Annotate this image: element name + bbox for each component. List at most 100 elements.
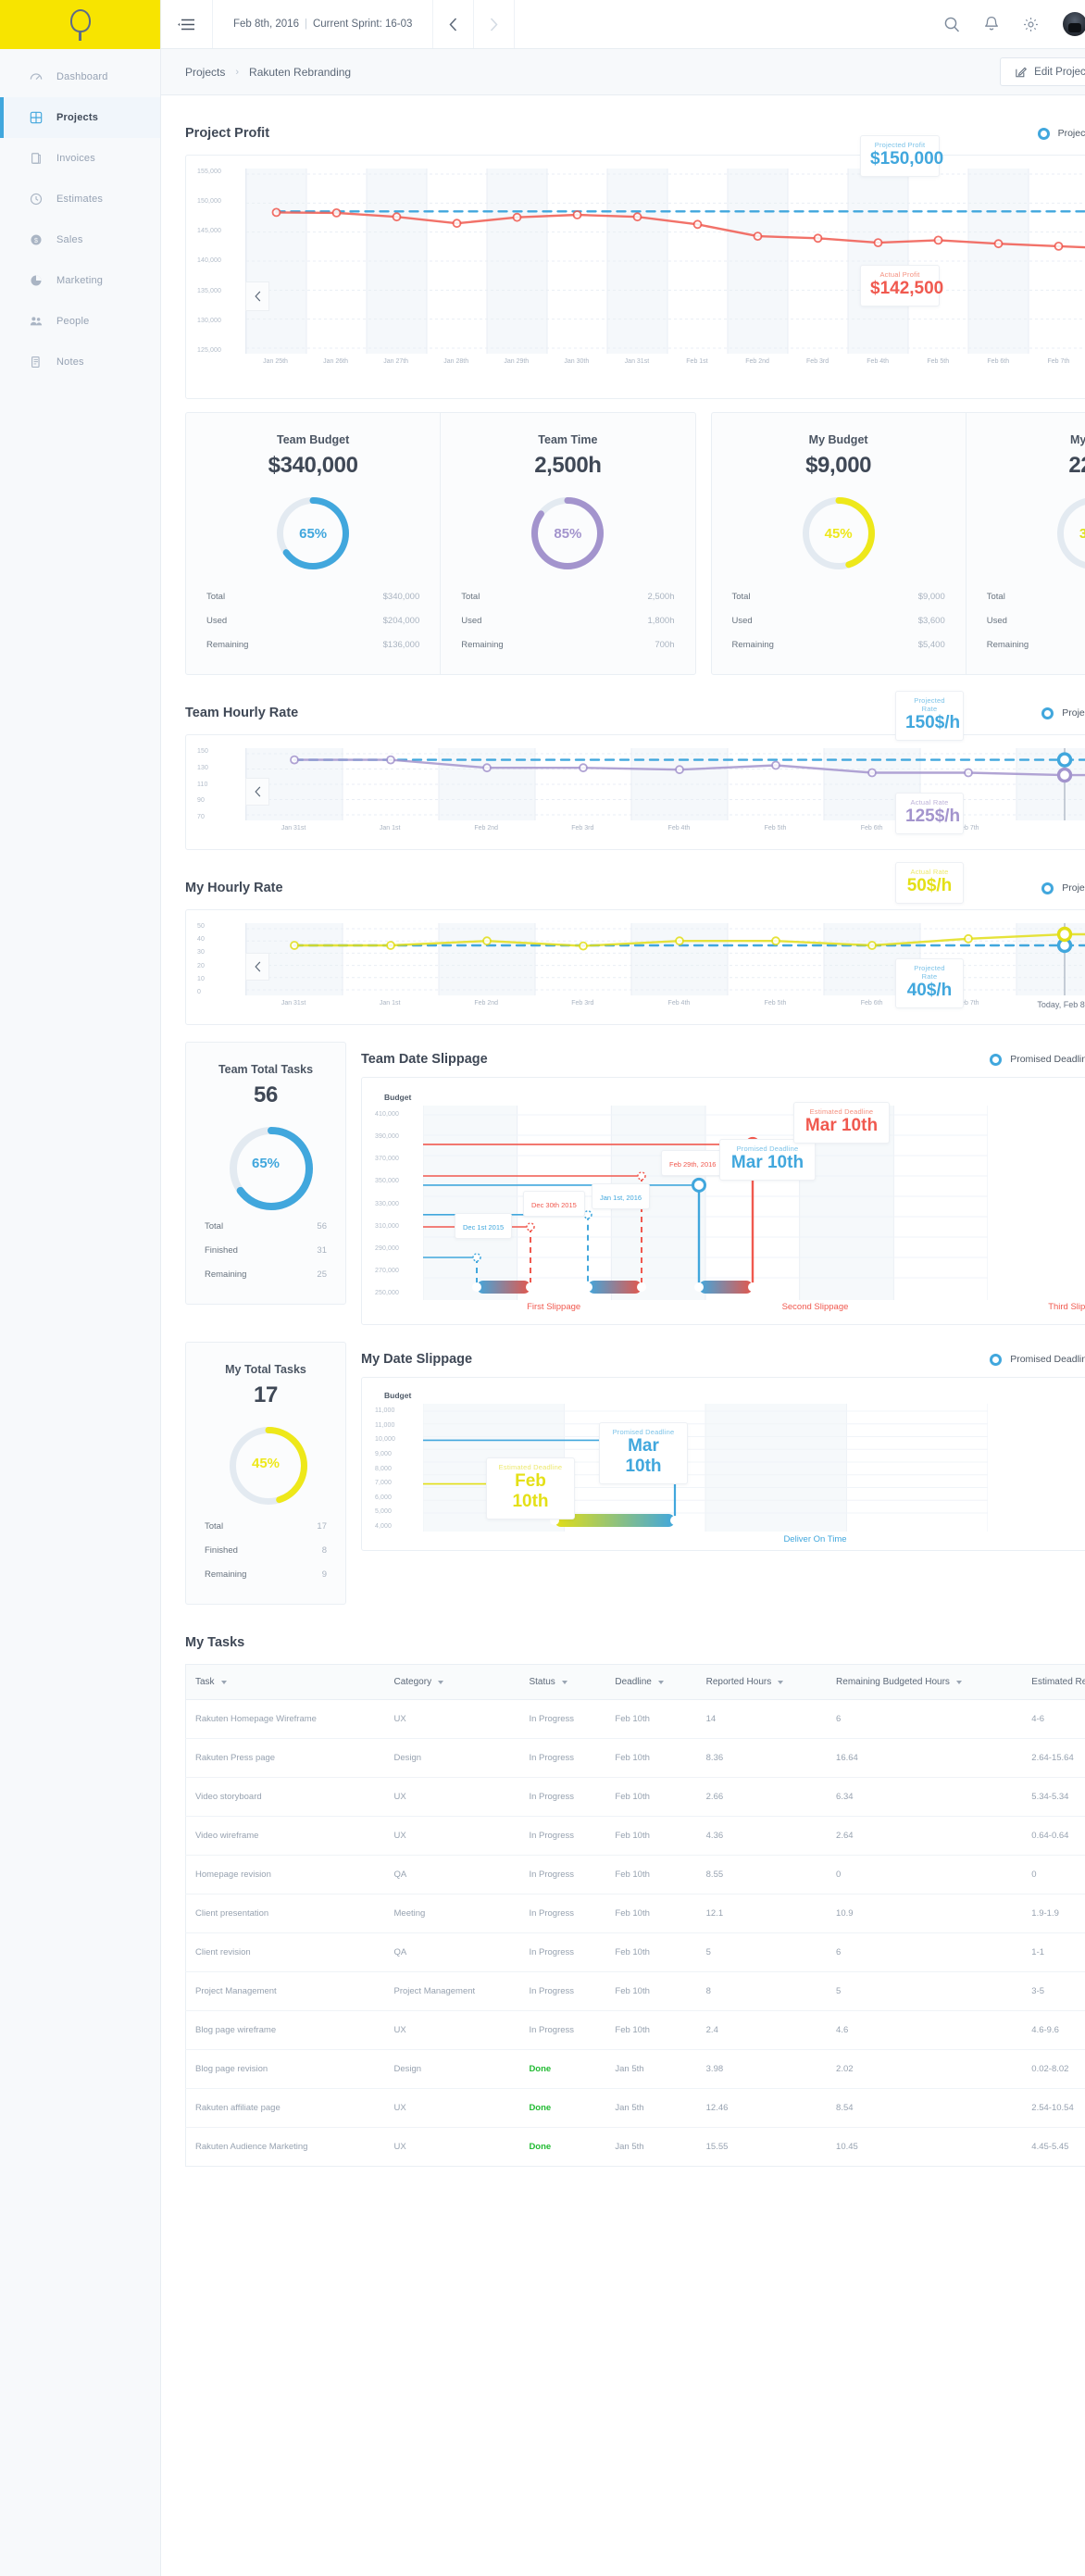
- table-cell: Feb 10th: [605, 1855, 697, 1894]
- table-cell: 0.02-8.02: [1022, 2049, 1085, 2089]
- tooltip-value: $142,500: [870, 279, 944, 298]
- next-sprint-button[interactable]: [474, 0, 516, 48]
- chart-scroll-left-button[interactable]: [245, 953, 269, 981]
- sidebar-item-invoices[interactable]: Invoices: [0, 138, 160, 179]
- sidebar-item-estimates[interactable]: Estimates: [0, 179, 160, 219]
- legend-promised-deadline[interactable]: Promised Deadline: [990, 1353, 1085, 1366]
- column-header-deadline[interactable]: Deadline: [605, 1664, 697, 1700]
- tooltip-promised-deadline: Promised Deadline Mar 10th: [719, 1139, 816, 1181]
- table-row[interactable]: Rakuten Audience Marketing UX Done Jan 5th 1…: [186, 2128, 1085, 2167]
- tooltip-label: Actual Profit: [879, 270, 920, 279]
- edit-project-button[interactable]: Edit Project: [1000, 57, 1085, 86]
- y-tick-label: 370,000: [375, 1156, 400, 1163]
- donut-chart: 35%: [1056, 497, 1085, 569]
- column-header-status[interactable]: Status: [519, 1664, 606, 1700]
- x-tick-label: Today, Feb 8th: [1037, 1000, 1085, 1009]
- search-icon[interactable]: [944, 17, 960, 32]
- y-tick-label: 0: [197, 988, 201, 995]
- table-cell: QA: [384, 1855, 520, 1894]
- table-row[interactable]: Blog page revision Design Done Jan 5th 3.98 2…: [185, 2049, 1085, 2089]
- prev-sprint-button[interactable]: [433, 0, 475, 48]
- table-row[interactable]: Rakuten Homepage Wireframe UX In Progress F…: [185, 1699, 1085, 1739]
- table-row[interactable]: Video storyboard UX In Progress Feb 10th 2.6…: [185, 1777, 1085, 1817]
- x-tick-label: Jan 1st: [379, 1000, 401, 1007]
- column-header-reported-hours[interactable]: Reported Hours: [696, 1664, 828, 1700]
- axis-title: Budget: [384, 1093, 412, 1102]
- table-cell: 0: [1022, 1855, 1085, 1894]
- x-tick-label: Jan 26th: [323, 358, 349, 365]
- tooltip-team-actual-rate: Actual Rate 125$/h: [895, 793, 964, 834]
- table-cell: In Progress: [519, 1777, 606, 1817]
- x-tick-label: Jan 1st: [379, 825, 401, 832]
- sidebar-item-people[interactable]: People: [0, 301, 160, 342]
- stat-row: Remaining175h: [987, 640, 1085, 650]
- stat-big-value: $340,000: [268, 453, 358, 478]
- table-cell: 15.55: [705, 2142, 729, 2152]
- y-tick-label: 135,000: [197, 287, 222, 294]
- table-cell: Rakuten Audience Marketing: [195, 2142, 308, 2152]
- stat-value: 17: [317, 1521, 327, 1532]
- column-header-remaining-budgeted-hours[interactable]: Remaining Budgeted Hours: [827, 1664, 1023, 1700]
- stat-value: $204,000: [382, 616, 420, 626]
- stat-big-value: $9,000: [805, 453, 872, 478]
- table-cell: 2.54-10.54: [1022, 2088, 1085, 2128]
- table-row[interactable]: Client revision QA In Progress Feb 10th 5 6 1-…: [185, 1932, 1085, 1972]
- user-menu[interactable]: John Doe, UX Designer: [1063, 12, 1085, 36]
- ring-icon: [1041, 882, 1054, 894]
- tooltip-label: Actual Rate: [910, 798, 949, 807]
- stat-key: Finished: [205, 1545, 238, 1556]
- tooltip-label: Estimated Deadline: [498, 1463, 563, 1471]
- stat-big-value: 225h: [1068, 453, 1085, 478]
- legend-promised-deadline[interactable]: Promised Deadline: [990, 1053, 1085, 1066]
- project-profit-legend: Projected Profit Actual Profit: [1037, 127, 1085, 140]
- sort-caret-icon: [778, 1680, 784, 1684]
- column-header-category[interactable]: Category: [384, 1664, 520, 1700]
- x-tick-label: Feb 3rd: [806, 358, 829, 365]
- table-row[interactable]: Homepage revision QA In Progress Feb 10th 8.…: [185, 1855, 1085, 1894]
- my-rate-legend: Projected Rate Actual Rate: [1041, 882, 1085, 894]
- chart-scroll-left-button[interactable]: [245, 778, 269, 806]
- table-row[interactable]: Project Management Project Management In P…: [185, 1971, 1085, 2011]
- sidebar-item-sales[interactable]: $ Sales: [0, 219, 160, 260]
- content: Project Profit Projected Profit Actual P…: [161, 95, 1085, 2195]
- chip-label: Feb 29th, 2016: [669, 1160, 717, 1169]
- legend-projected-profit[interactable]: Projected Profit: [1037, 127, 1085, 140]
- table-row[interactable]: Blog page wireframe UX In Progress Feb 10th…: [185, 2010, 1085, 2050]
- tooltip-value: 40$/h: [906, 981, 953, 1000]
- bell-icon[interactable]: [984, 16, 999, 32]
- menu-toggle-button[interactable]: [161, 0, 213, 48]
- gear-icon[interactable]: [1023, 17, 1039, 32]
- donut-chart: 45%: [802, 497, 875, 569]
- stat-key: Remaining: [731, 640, 774, 650]
- column-header-task[interactable]: Task: [185, 1664, 385, 1700]
- tooltip-value: Feb 10th: [512, 1471, 549, 1511]
- table-row[interactable]: Rakuten affiliate page UX Done Jan 5th 12.46…: [185, 2088, 1085, 2128]
- gauge-icon: [30, 70, 43, 83]
- table-row[interactable]: Video wireframe UX In Progress Feb 10th 4.36…: [185, 1816, 1085, 1856]
- avatar: [1063, 12, 1085, 36]
- breadcrumb-projects[interactable]: Projects: [185, 66, 225, 79]
- legend-projected-rate[interactable]: Projected Rate: [1041, 882, 1085, 894]
- chart-scroll-left-button[interactable]: [245, 281, 269, 311]
- stat-big-value: 56: [254, 1082, 278, 1107]
- table-row[interactable]: Client presentation Meeting In Progress Feb…: [185, 1894, 1085, 1933]
- tooltip-team-projected-rate: Projected Rate 150$/h: [895, 691, 964, 741]
- stat-value: $340,000: [382, 592, 420, 602]
- sidebar-item-dashboard[interactable]: Dashboard: [0, 56, 160, 97]
- section-title: Team Date Slippage: [361, 1052, 488, 1067]
- table-row[interactable]: Rakuten Press page Design In Progress Feb 1…: [185, 1738, 1085, 1778]
- stat-row: Used50h: [987, 616, 1085, 626]
- app-logo[interactable]: [0, 0, 160, 49]
- plot-area: [245, 169, 1085, 354]
- sidebar-item-projects[interactable]: Projects: [0, 97, 160, 138]
- x-tick-label: Jan 25th: [263, 358, 288, 365]
- sidebar-item-marketing[interactable]: Marketing: [0, 260, 160, 301]
- table-cell: Feb 10th: [605, 1932, 697, 1972]
- legend-projected-rate[interactable]: Projected Rate: [1041, 707, 1085, 719]
- legend-label: Promised Deadline: [1010, 1054, 1085, 1065]
- y-tick-label: 10,000: [375, 1436, 396, 1444]
- sidebar-item-notes[interactable]: Notes: [0, 342, 160, 382]
- table-cell: Feb 10th: [605, 1777, 697, 1817]
- column-header-estimated-remaining-hours[interactable]: Estimated Remaining Hours: [1022, 1664, 1085, 1700]
